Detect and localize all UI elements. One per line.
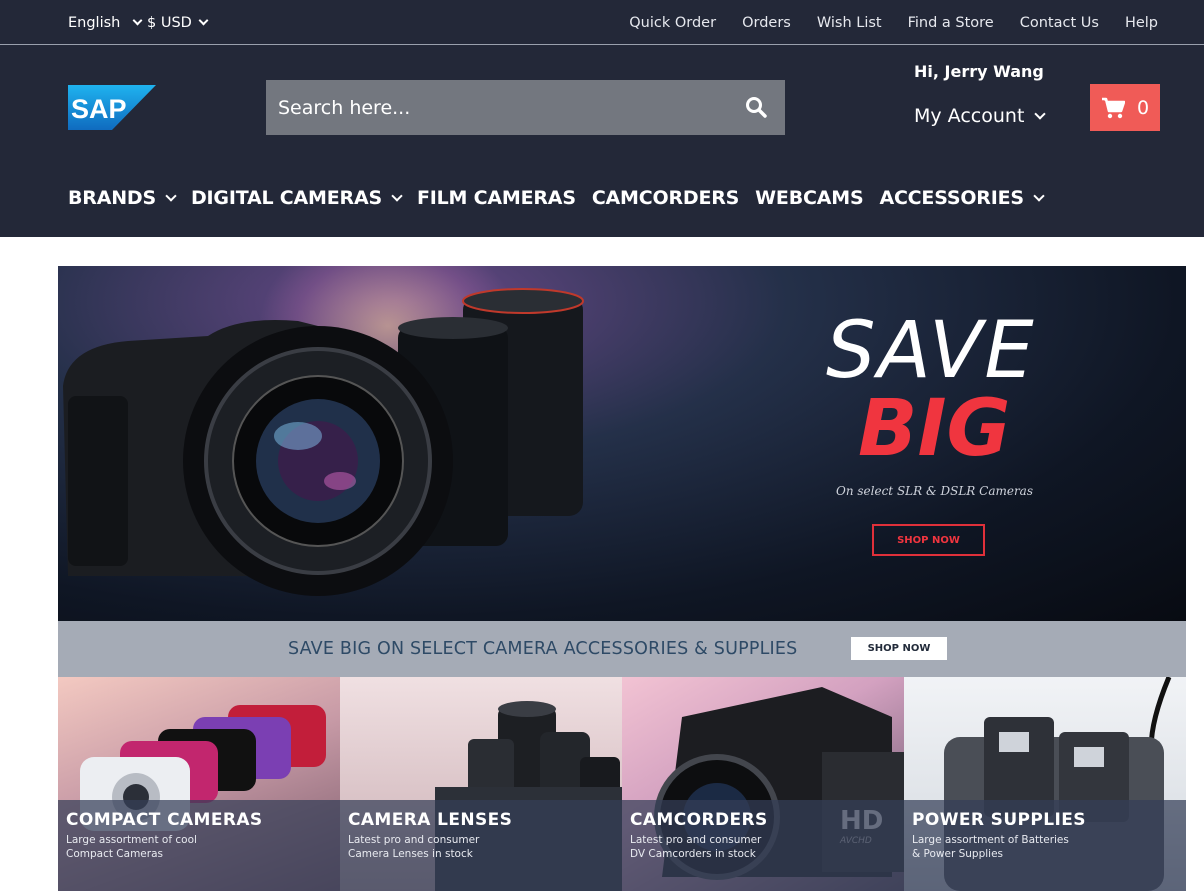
- tile-caption: COMPACT CAMERAS Large assortment of cool…: [58, 800, 340, 891]
- orders-link[interactable]: Orders: [742, 15, 791, 31]
- nav-label: CAMCORDERS: [591, 187, 740, 209]
- chevron-down-icon: [1033, 189, 1045, 202]
- currency-label: $ USD: [147, 15, 192, 31]
- nav-label: WEBCAMS: [755, 187, 864, 209]
- tile-caption: CAMERA LENSES Latest pro and consumer Ca…: [340, 800, 622, 891]
- dslr-camera-image: [63, 288, 584, 596]
- language-label: English: [68, 15, 121, 31]
- tile-desc-line: Large assortment of cool: [66, 834, 197, 846]
- chevron-down-icon: [132, 15, 143, 26]
- nav-film-cameras[interactable]: FILM CAMERAS: [417, 187, 576, 209]
- find-a-store-link[interactable]: Find a Store: [908, 15, 994, 31]
- my-account-label: My Account: [914, 105, 1025, 127]
- hero-banner[interactable]: SAVE BIG On select SLR & DSLR Cameras SH…: [58, 266, 1186, 621]
- strip-text: SAVE BIG ON SELECT CAMERA ACCESSORIES & …: [288, 639, 798, 659]
- chevron-down-icon: [1034, 107, 1047, 120]
- nav-camcorders[interactable]: CAMCORDERS: [591, 187, 740, 209]
- tile-caption: CAMCORDERS Latest pro and consumer DV Ca…: [622, 800, 904, 891]
- cart-button[interactable]: 0: [1090, 84, 1160, 131]
- search-icon[interactable]: [745, 96, 767, 118]
- tile-compact-cameras[interactable]: COMPACT CAMERAS Large assortment of cool…: [58, 677, 340, 891]
- nav-accessories[interactable]: ACCESSORIES: [879, 187, 1045, 209]
- nav-label: BRANDS: [68, 187, 156, 209]
- tile-desc-line: Camera Lenses in stock: [348, 848, 473, 860]
- currency-selector[interactable]: $ USD: [147, 15, 209, 31]
- strip-shop-now-button[interactable]: SHOP NOW: [851, 637, 947, 660]
- nav-label: FILM CAMERAS: [416, 187, 576, 209]
- cart-icon: [1101, 97, 1125, 118]
- chevron-down-icon: [198, 15, 209, 26]
- tile-title: CAMERA LENSES: [348, 810, 513, 830]
- tile-camcorders[interactable]: HD AVCHD CAMCORDERS Latest pro and consu…: [622, 677, 904, 891]
- tile-desc-line: Latest pro and consumer: [348, 834, 480, 846]
- contact-us-link[interactable]: Contact Us: [1020, 15, 1099, 31]
- chevron-down-icon: [391, 189, 403, 202]
- nav-brands[interactable]: BRANDS: [68, 187, 177, 209]
- sap-logo[interactable]: SAP: [68, 85, 156, 130]
- nav-label: ACCESSORIES: [879, 187, 1024, 209]
- tile-caption: POWER SUPPLIES Large assortment of Batte…: [904, 800, 1186, 891]
- tile-desc-line: DV Camcorders in stock: [630, 848, 756, 860]
- tile-desc-line: Large assortment of Batteries: [912, 834, 1069, 846]
- language-selector[interactable]: English: [68, 15, 143, 31]
- nav-digital-cameras[interactable]: DIGITAL CAMERAS: [190, 187, 403, 209]
- search-bar: [266, 80, 785, 135]
- my-account-menu[interactable]: My Account: [914, 105, 1047, 127]
- tile-description: Latest pro and consumer Camera Lenses in…: [348, 833, 614, 861]
- site-header: SAP Hi, Jerry Wang My Account 0 BRANDS D…: [0, 45, 1204, 237]
- tile-description: Latest pro and consumer DV Camcorders in…: [630, 833, 896, 861]
- nav-webcams[interactable]: WEBCAMS: [755, 187, 863, 209]
- tile-desc-line: & Power Supplies: [912, 848, 1004, 860]
- utility-bar: English $ USD Quick Order Orders Wish Li…: [0, 0, 1204, 45]
- user-greeting: Hi, Jerry Wang: [914, 62, 1044, 81]
- tile-desc-line: Latest pro and consumer: [630, 834, 762, 846]
- hero-shop-now-button[interactable]: SHOP NOW: [872, 524, 985, 556]
- nav-label: DIGITAL CAMERAS: [190, 187, 382, 209]
- tile-title: CAMCORDERS: [630, 810, 768, 830]
- tile-description: Large assortment of Batteries & Power Su…: [912, 833, 1178, 861]
- chevron-down-icon: [165, 189, 177, 202]
- hero-subtitle: On select SLR & DSLR Cameras: [836, 484, 1033, 498]
- wish-list-link[interactable]: Wish List: [817, 15, 882, 31]
- hero-headline-accent: BIG: [858, 384, 1011, 474]
- tile-description: Large assortment of cool Compact Cameras: [66, 833, 332, 861]
- help-link[interactable]: Help: [1125, 15, 1158, 31]
- tile-power-supplies[interactable]: POWER SUPPLIES Large assortment of Batte…: [904, 677, 1186, 891]
- tile-title: COMPACT CAMERAS: [66, 810, 263, 830]
- hero-headline: SAVE: [826, 306, 1036, 396]
- tile-desc-line: Compact Cameras: [66, 848, 163, 860]
- main-navigation: BRANDS DIGITAL CAMERAS FILM CAMERAS CAMC…: [68, 187, 1045, 209]
- tile-camera-lenses[interactable]: CAMERA LENSES Latest pro and consumer Ca…: [340, 677, 622, 891]
- utility-links: Quick Order Orders Wish List Find a Stor…: [629, 15, 1158, 31]
- accessories-promo-strip[interactable]: SAVE BIG ON SELECT CAMERA ACCESSORIES & …: [58, 621, 1186, 677]
- cart-count: 0: [1136, 96, 1150, 119]
- category-tiles: COMPACT CAMERAS Large assortment of cool…: [58, 677, 1186, 891]
- quick-order-link[interactable]: Quick Order: [629, 15, 716, 31]
- search-input[interactable]: [266, 96, 716, 119]
- svg-text:SAP: SAP: [71, 94, 127, 124]
- tile-title: POWER SUPPLIES: [912, 810, 1086, 830]
